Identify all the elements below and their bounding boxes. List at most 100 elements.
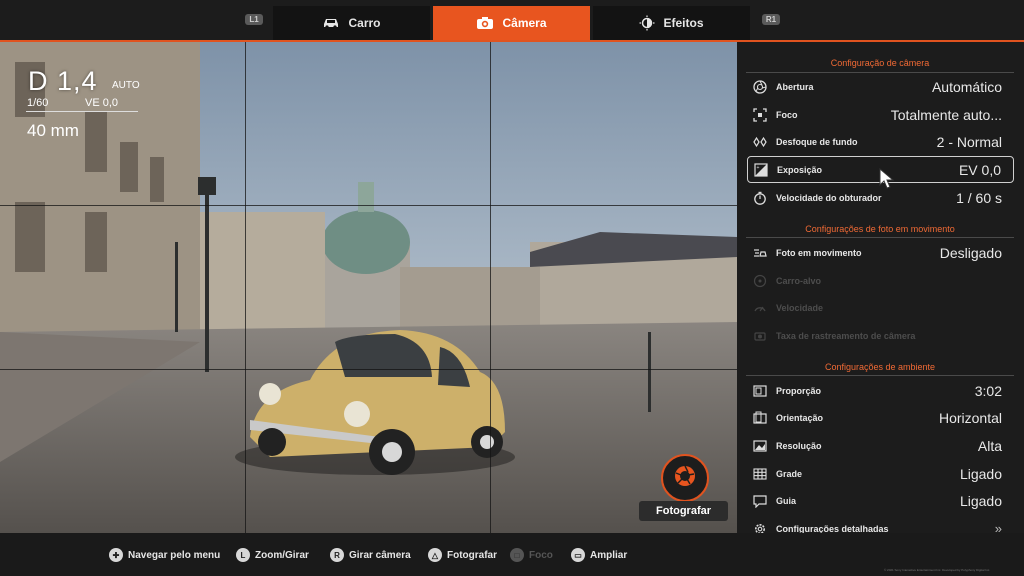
focus-icon — [752, 107, 768, 123]
hud-focal-length: 40 mm — [27, 121, 79, 140]
grid-line-v1 — [245, 42, 246, 533]
row-label: Orientação — [776, 412, 824, 423]
resolution-icon — [752, 438, 768, 454]
row-carro-alvo: Carro-alvo — [747, 267, 1014, 294]
hud-aperture: D 1,4 — [28, 66, 98, 96]
row-value: 3:02 — [974, 382, 1002, 399]
row-label: Abertura — [776, 81, 814, 92]
row-desfoque[interactable]: Desfoque de fundo 2 - Normal — [747, 128, 1014, 155]
car-icon — [322, 17, 340, 29]
tab-camera[interactable]: Câmera — [433, 6, 590, 40]
row-abertura[interactable]: Abertura Automático — [747, 73, 1014, 100]
tab-label: Carro — [348, 16, 381, 30]
hint-ampliar: ▭ Ampliar — [571, 548, 627, 562]
copyright-text: © 2021 Sony Interactive Entertainment In… — [884, 568, 991, 572]
l1-shoulder-icon[interactable]: L1 — [245, 14, 263, 25]
row-label: Carro-alvo — [776, 275, 822, 286]
aperture-icon — [752, 79, 768, 95]
row-label: Proporção — [776, 385, 822, 396]
row-resolucao[interactable]: Resolução Alta — [747, 432, 1014, 459]
row-orientacao[interactable]: Orientação Horizontal — [747, 404, 1014, 431]
triangle-button-icon: △ — [428, 548, 442, 562]
row-value: 2 - Normal — [936, 133, 1002, 150]
row-label: Configurações detalhadas — [776, 523, 889, 534]
row-label: Foco — [776, 109, 798, 120]
dpad-icon: ✚ — [109, 548, 123, 562]
guide-icon — [752, 493, 768, 509]
bokeh-icon — [752, 134, 768, 150]
row-grade[interactable]: Grade Ligado — [747, 460, 1014, 487]
ambient-section-title: Configurações de ambiente — [824, 362, 936, 372]
row-foco[interactable]: Foco Totalmente auto... — [747, 101, 1014, 128]
row-value: Desligado — [939, 244, 1002, 261]
hud-ev: VE 0,0 — [85, 97, 119, 109]
row-guia[interactable]: Guia Ligado — [747, 487, 1014, 514]
shutter-label[interactable]: Fotografar — [639, 501, 728, 521]
row-label: Taxa de rastreamento de câmera — [776, 330, 916, 341]
grid-icon — [752, 466, 768, 482]
camera-viewport[interactable] — [0, 42, 737, 533]
row-value: Totalmente auto... — [890, 106, 1002, 123]
r1-shoulder-icon[interactable]: R1 — [762, 14, 780, 25]
scene-photo — [0, 42, 737, 533]
row-value: Alta — [977, 437, 1002, 454]
row-label: Foto em movimento — [776, 247, 862, 258]
effects-icon — [639, 15, 655, 31]
l-stick-icon: L — [236, 548, 250, 562]
hint-fotografar: △ Fotografar — [428, 548, 497, 562]
row-value: Ligado — [959, 465, 1002, 482]
hint-zoom: L Zoom/Girar — [236, 548, 309, 562]
stopwatch-icon — [752, 190, 768, 206]
tab-efeitos[interactable]: Efeitos — [593, 6, 750, 40]
hint-label: Girar câmera — [349, 549, 411, 561]
row-value: Ligado — [959, 492, 1002, 509]
hud-shutter: 1/60 — [27, 97, 49, 109]
touchpad-icon: ▭ — [571, 548, 585, 562]
row-value: EV 0,0 — [958, 161, 1001, 178]
row-label: Desfoque de fundo — [776, 136, 858, 147]
row-proporcao[interactable]: Proporção 3:02 — [747, 377, 1014, 404]
exposure-icon: + — [753, 162, 769, 178]
target-icon — [752, 273, 768, 289]
hint-girar-camera: R Girar câmera — [330, 548, 411, 562]
row-label: Velocidade do obturador — [776, 192, 882, 203]
row-value: Horizontal — [938, 409, 1002, 426]
row-foto-movimento[interactable]: Foto em movimento Desligado — [747, 239, 1014, 266]
grid-line-v2 — [490, 42, 491, 533]
row-taxa-rastreamento: Taxa de rastreamento de câmera — [747, 322, 1014, 349]
r-stick-icon: R — [330, 548, 344, 562]
grid-line-h1 — [0, 205, 737, 206]
hud-divider — [26, 111, 138, 112]
grid-line-h2 — [0, 369, 737, 370]
camera-icon — [476, 16, 494, 30]
row-label: Grade — [776, 468, 803, 479]
svg-text:+: + — [757, 165, 760, 171]
row-velocidade: Velocidade — [747, 294, 1014, 321]
section-divider — [746, 375, 1014, 376]
square-button-icon: □ — [510, 548, 524, 562]
tab-label: Câmera — [502, 16, 547, 30]
row-label: Resolução — [776, 440, 822, 451]
hint-label: Foco — [529, 549, 553, 561]
tab-carro[interactable]: Carro — [273, 6, 430, 40]
camera-section-title: Configuração de câmera — [830, 58, 930, 68]
motion-section-title: Configurações de foto em movimento — [805, 224, 955, 234]
section-divider — [746, 237, 1014, 238]
motion-icon — [752, 245, 768, 261]
hint-label: Zoom/Girar — [255, 549, 309, 561]
ratio-icon — [752, 383, 768, 399]
hud-aperture-mode: AUTO — [112, 80, 140, 91]
tracking-icon — [752, 328, 768, 344]
row-label: Guia — [776, 495, 797, 506]
shutter-button[interactable] — [661, 454, 709, 502]
hint-label: Ampliar — [590, 549, 628, 561]
orientation-icon — [752, 410, 768, 426]
row-label: Exposição — [777, 164, 823, 175]
speed-icon — [752, 300, 768, 316]
tab-label: Efeitos — [663, 16, 704, 30]
row-value: Automático — [931, 78, 1002, 95]
row-label: Velocidade — [776, 302, 824, 313]
row-value: 1 / 60 s — [956, 189, 1002, 206]
pointer-cursor-icon — [879, 167, 897, 195]
hint-navegar: ✚ Navegar pelo menu — [109, 548, 220, 562]
